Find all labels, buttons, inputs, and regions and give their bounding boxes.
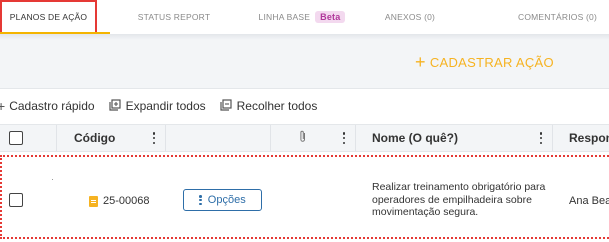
- tab-bar: PLANOS DE AÇÃO STATUS REPORT LINHA BASE …: [0, 0, 609, 34]
- expandir-todos-label: Expandir todos: [125, 99, 206, 113]
- cadastrar-acao-button[interactable]: + CADASTRAR AÇÃO: [415, 52, 554, 72]
- column-header-nome[interactable]: Nome (O quê?): [372, 125, 458, 151]
- plus-icon: +: [0, 98, 6, 114]
- tab-linha-base[interactable]: LINHA BASE Beta: [252, 0, 352, 34]
- plus-icon: +: [415, 52, 426, 72]
- cadastro-rapido-button[interactable]: + Cadastro rápido: [0, 98, 95, 114]
- table-header: Código Nome (O quê?) Respons: [0, 124, 609, 152]
- tab-label: COMENTÁRIOS (0): [517, 12, 598, 22]
- column-header-codigo[interactable]: Código: [74, 125, 115, 151]
- row-responsavel: Ana Beat: [569, 195, 609, 207]
- row-code-value: 25-00068: [103, 195, 150, 207]
- codigo-column-menu-icon[interactable]: [152, 132, 156, 144]
- document-icon: [89, 195, 98, 207]
- tab-status-report[interactable]: STATUS REPORT: [122, 0, 226, 34]
- beta-badge: Beta: [315, 11, 346, 23]
- column-divider: [270, 125, 271, 151]
- more-vertical-icon: [199, 195, 202, 205]
- column-header-responsavel[interactable]: Respons: [569, 125, 609, 151]
- tab-planos-de-acao[interactable]: PLANOS DE AÇÃO: [0, 0, 97, 34]
- tab-label: ANEXOS (0): [384, 12, 436, 22]
- paperclip-icon[interactable]: [299, 130, 307, 148]
- expand-indicator: [52, 179, 53, 180]
- row-code: 25-00068: [89, 195, 150, 207]
- column-divider: [165, 125, 166, 151]
- cadastrar-acao-label: CADASTRAR AÇÃO: [429, 54, 554, 70]
- tab-anexos[interactable]: ANEXOS (0): [372, 0, 448, 34]
- select-all-checkbox[interactable]: [9, 131, 23, 145]
- row-nome: Realizar treinamento obrigatório para op…: [372, 181, 546, 218]
- tab-label: LINHA BASE: [258, 12, 311, 22]
- collapse-all-icon: [220, 98, 232, 114]
- expandir-todos-button[interactable]: Expandir todos: [108, 98, 206, 114]
- nome-column-menu-icon[interactable]: [539, 132, 543, 144]
- column-divider: [56, 125, 57, 151]
- column-divider: [552, 125, 553, 151]
- opcoes-label: Opções: [207, 194, 246, 206]
- recolher-todos-button[interactable]: Recolher todos: [220, 98, 318, 114]
- tabs-shadow: [0, 34, 609, 40]
- cadastro-rapido-label: Cadastro rápido: [9, 99, 95, 113]
- tab-label: PLANOS DE AÇÃO: [9, 12, 88, 22]
- column-divider: [355, 125, 356, 151]
- anexo-column-menu-icon[interactable]: [342, 132, 346, 144]
- tab-comentarios[interactable]: COMENTÁRIOS (0): [506, 0, 609, 34]
- recolher-todos-label: Recolher todos: [236, 99, 318, 113]
- tab-label: STATUS REPORT: [137, 12, 211, 22]
- table-toolbar: + Cadastro rápido Expandir todos Recolhe…: [0, 96, 331, 116]
- divider: [0, 88, 609, 89]
- expand-all-icon: [108, 98, 121, 114]
- row-checkbox[interactable]: [9, 193, 23, 207]
- opcoes-button[interactable]: Opções: [183, 189, 262, 211]
